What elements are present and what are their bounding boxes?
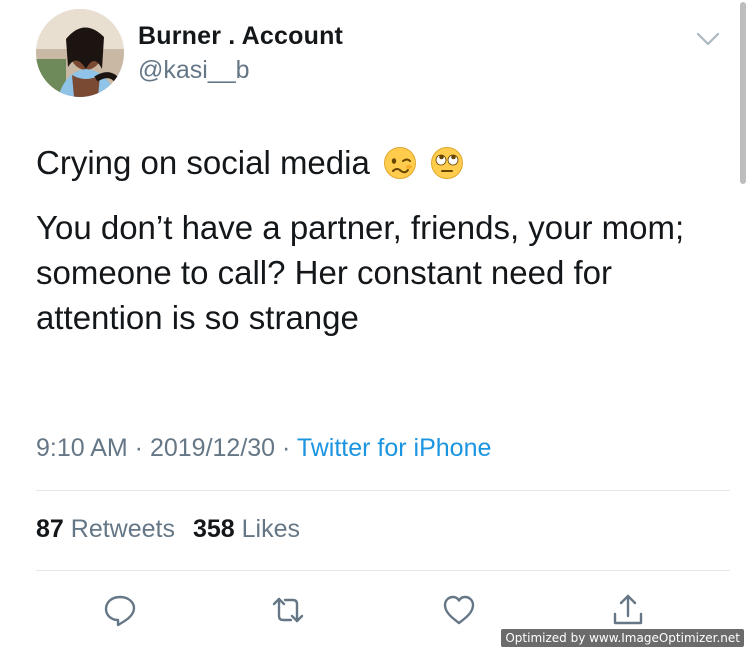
author-display-name[interactable]: Burner . Account (138, 22, 343, 51)
tweet-time[interactable]: 9:10 AM (36, 434, 128, 462)
retweets-count: 87 (36, 515, 64, 543)
retweets-stat[interactable]: 87 Retweets (36, 515, 175, 543)
likes-label: Likes (241, 515, 301, 543)
reply-icon[interactable] (102, 592, 138, 628)
tweet-stats: 87 Retweets 358 Likes (36, 515, 300, 544)
tweet-text: Crying on social media You don’t have a … (36, 140, 716, 360)
retweets-label: Retweets (70, 515, 175, 543)
face-with-rolling-eyes-emoji-icon (431, 147, 464, 179)
woozy-face-emoji-icon (384, 147, 416, 179)
watermark: Optimized by www.ImageOptimizer.net (501, 629, 744, 647)
likes-stat[interactable]: 358 Likes (193, 515, 300, 543)
author-handle[interactable]: @kasi__b (138, 56, 250, 85)
tweet-card: Burner . Account @kasi__b Crying on soci… (0, 0, 750, 651)
meta-separator: · (275, 434, 297, 462)
tweet-date[interactable]: 2019/12/30 (150, 434, 275, 462)
tweet-text-line: Crying on social media (36, 140, 716, 185)
chevron-down-icon[interactable] (694, 28, 722, 50)
scrollbar[interactable] (740, 2, 746, 184)
tweet-text-line-2: You don’t have a partner, friends, your … (36, 209, 685, 336)
tweet-text-line-1: Crying on social media (36, 144, 370, 181)
retweet-icon[interactable] (270, 592, 306, 628)
tweet-meta: 9:10 AM · 2019/12/30 · Twitter for iPhon… (36, 434, 491, 463)
divider (36, 490, 730, 491)
share-icon[interactable] (610, 592, 646, 628)
divider (36, 570, 730, 571)
likes-count: 358 (192, 515, 235, 543)
avatar[interactable] (36, 9, 124, 97)
avatar-image (36, 9, 124, 97)
meta-separator: · (127, 434, 150, 462)
like-icon[interactable] (441, 592, 477, 628)
tweet-source-link[interactable]: Twitter for iPhone (297, 434, 492, 462)
